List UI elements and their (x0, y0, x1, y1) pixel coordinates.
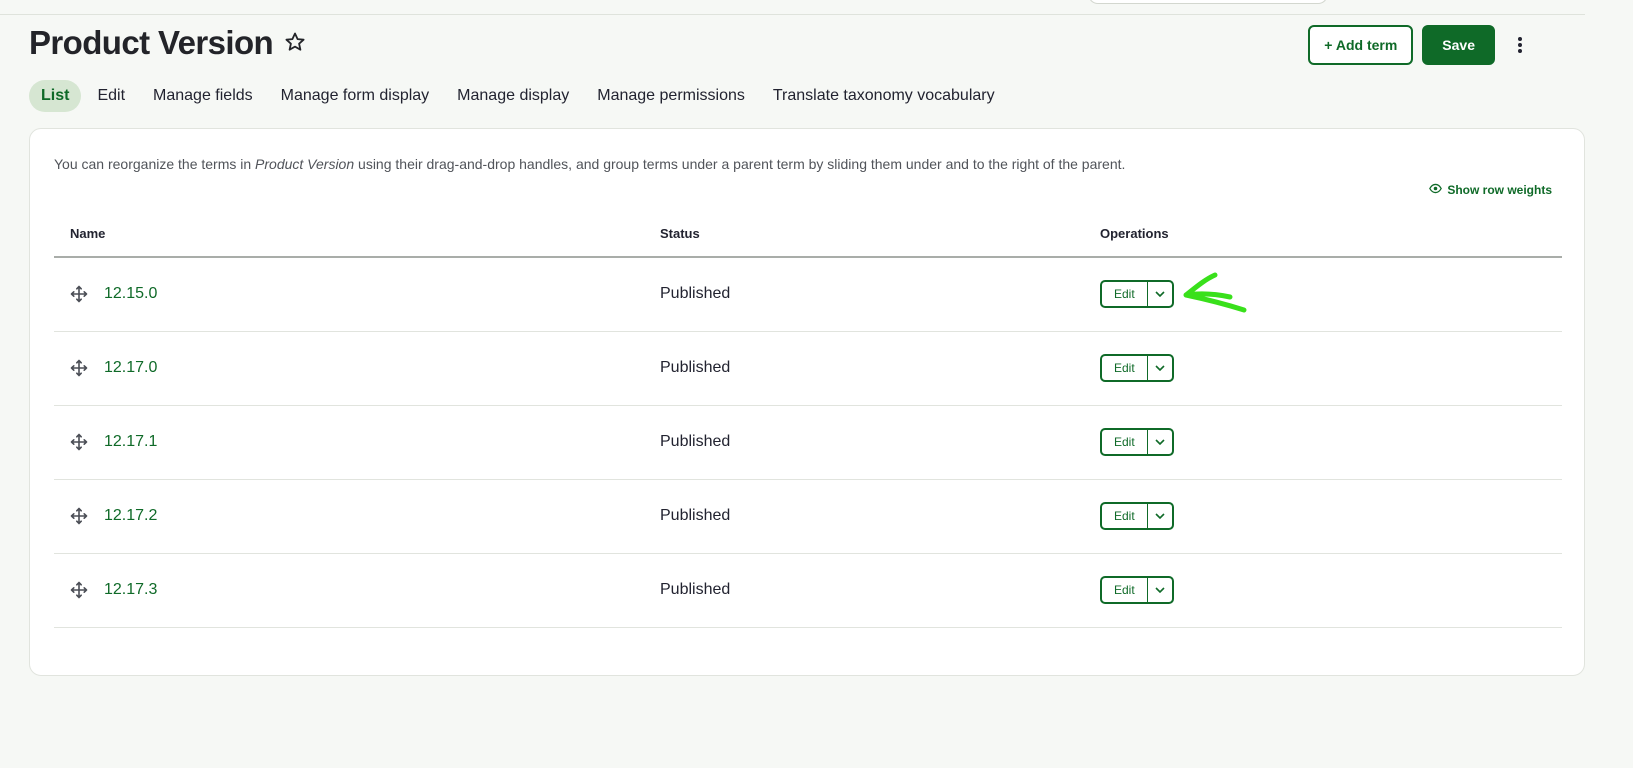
table-row: 12.17.3 Published Edit (54, 553, 1562, 628)
drag-handle-icon[interactable] (70, 359, 88, 377)
chevron-down-icon[interactable] (1148, 430, 1172, 454)
help-text-vocabulary: Product Version (255, 156, 355, 172)
edit-button[interactable]: Edit (1102, 356, 1148, 380)
operations-dropbutton: Edit (1100, 502, 1174, 530)
status-cell: Published (644, 331, 1084, 406)
show-row-weights-toggle[interactable]: Show row weights (1429, 182, 1552, 198)
table-row: 12.17.1 Published Edit (54, 405, 1562, 480)
status-cell: Published (644, 405, 1084, 480)
show-row-weights-label: Show row weights (1447, 183, 1552, 197)
status-cell: Published (644, 479, 1084, 554)
help-text-before: You can reorganize the terms in (54, 156, 256, 172)
chevron-down-icon[interactable] (1148, 578, 1172, 602)
save-button[interactable]: Save (1422, 25, 1495, 65)
terms-card: You can reorganize the terms in Product … (29, 128, 1585, 676)
operations-dropbutton: Edit (1100, 576, 1174, 604)
term-link[interactable]: 12.15.0 (104, 285, 157, 303)
help-text-after: using their drag-and-drop handles, and g… (354, 156, 1126, 172)
edit-button[interactable]: Edit (1102, 430, 1148, 454)
page-title-wrap: Product Version (29, 24, 309, 62)
drag-handle-icon[interactable] (70, 507, 88, 525)
tab-manage-permissions[interactable]: Manage permissions (585, 80, 757, 112)
edit-button[interactable]: Edit (1102, 578, 1148, 602)
drag-handle-icon[interactable] (70, 433, 88, 451)
top-search-box-edge[interactable] (1088, 0, 1328, 4)
column-header-name: Name (54, 211, 644, 258)
term-link[interactable]: 12.17.1 (104, 433, 157, 451)
star-icon[interactable] (283, 30, 309, 56)
tab-edit[interactable]: Edit (85, 80, 137, 112)
table-row: 12.17.0 Published Edit (54, 331, 1562, 406)
help-text: You can reorganize the terms in Product … (54, 156, 1125, 172)
tab-manage-display[interactable]: Manage display (445, 80, 581, 112)
terms-table: Name Status Operations 12.15.0 Published… (54, 211, 1562, 628)
chevron-down-icon[interactable] (1148, 504, 1172, 528)
term-link[interactable]: 12.17.3 (104, 581, 157, 599)
term-link[interactable]: 12.17.0 (104, 359, 157, 377)
chevron-down-icon[interactable] (1148, 282, 1172, 306)
term-link[interactable]: 12.17.2 (104, 507, 157, 525)
operations-dropbutton: Edit (1100, 354, 1174, 382)
operations-dropbutton: Edit (1100, 428, 1174, 456)
add-term-button[interactable]: + Add term (1308, 25, 1414, 65)
kebab-menu-icon[interactable] (1507, 25, 1533, 65)
edit-button[interactable]: Edit (1102, 504, 1148, 528)
column-header-status: Status (644, 211, 1084, 258)
tab-list[interactable]: List (29, 80, 82, 112)
chevron-down-icon[interactable] (1148, 356, 1172, 380)
operations-dropbutton: Edit (1100, 280, 1174, 309)
column-header-operations: Operations (1084, 211, 1562, 258)
table-header-row: Name Status Operations (54, 211, 1562, 258)
status-cell: Published (644, 257, 1084, 332)
top-divider (0, 14, 1585, 15)
tab-manage-form-display[interactable]: Manage form display (269, 80, 442, 112)
edit-button[interactable]: Edit (1102, 282, 1148, 307)
table-row: 12.17.2 Published Edit (54, 479, 1562, 554)
page-title: Product Version (29, 24, 274, 61)
header-actions: + Add term Save (1308, 25, 1533, 65)
green-arrow-annotation (1183, 272, 1247, 313)
drag-handle-icon[interactable] (70, 285, 88, 303)
local-tasks-tabs: List Edit Manage fields Manage form disp… (29, 80, 1007, 112)
eye-icon (1429, 182, 1443, 198)
status-cell: Published (644, 553, 1084, 628)
tab-manage-fields[interactable]: Manage fields (141, 80, 265, 112)
tab-translate-taxonomy-vocabulary[interactable]: Translate taxonomy vocabulary (761, 80, 1007, 112)
drag-handle-icon[interactable] (70, 581, 88, 599)
table-row: 12.15.0 Published Edit (54, 257, 1562, 332)
